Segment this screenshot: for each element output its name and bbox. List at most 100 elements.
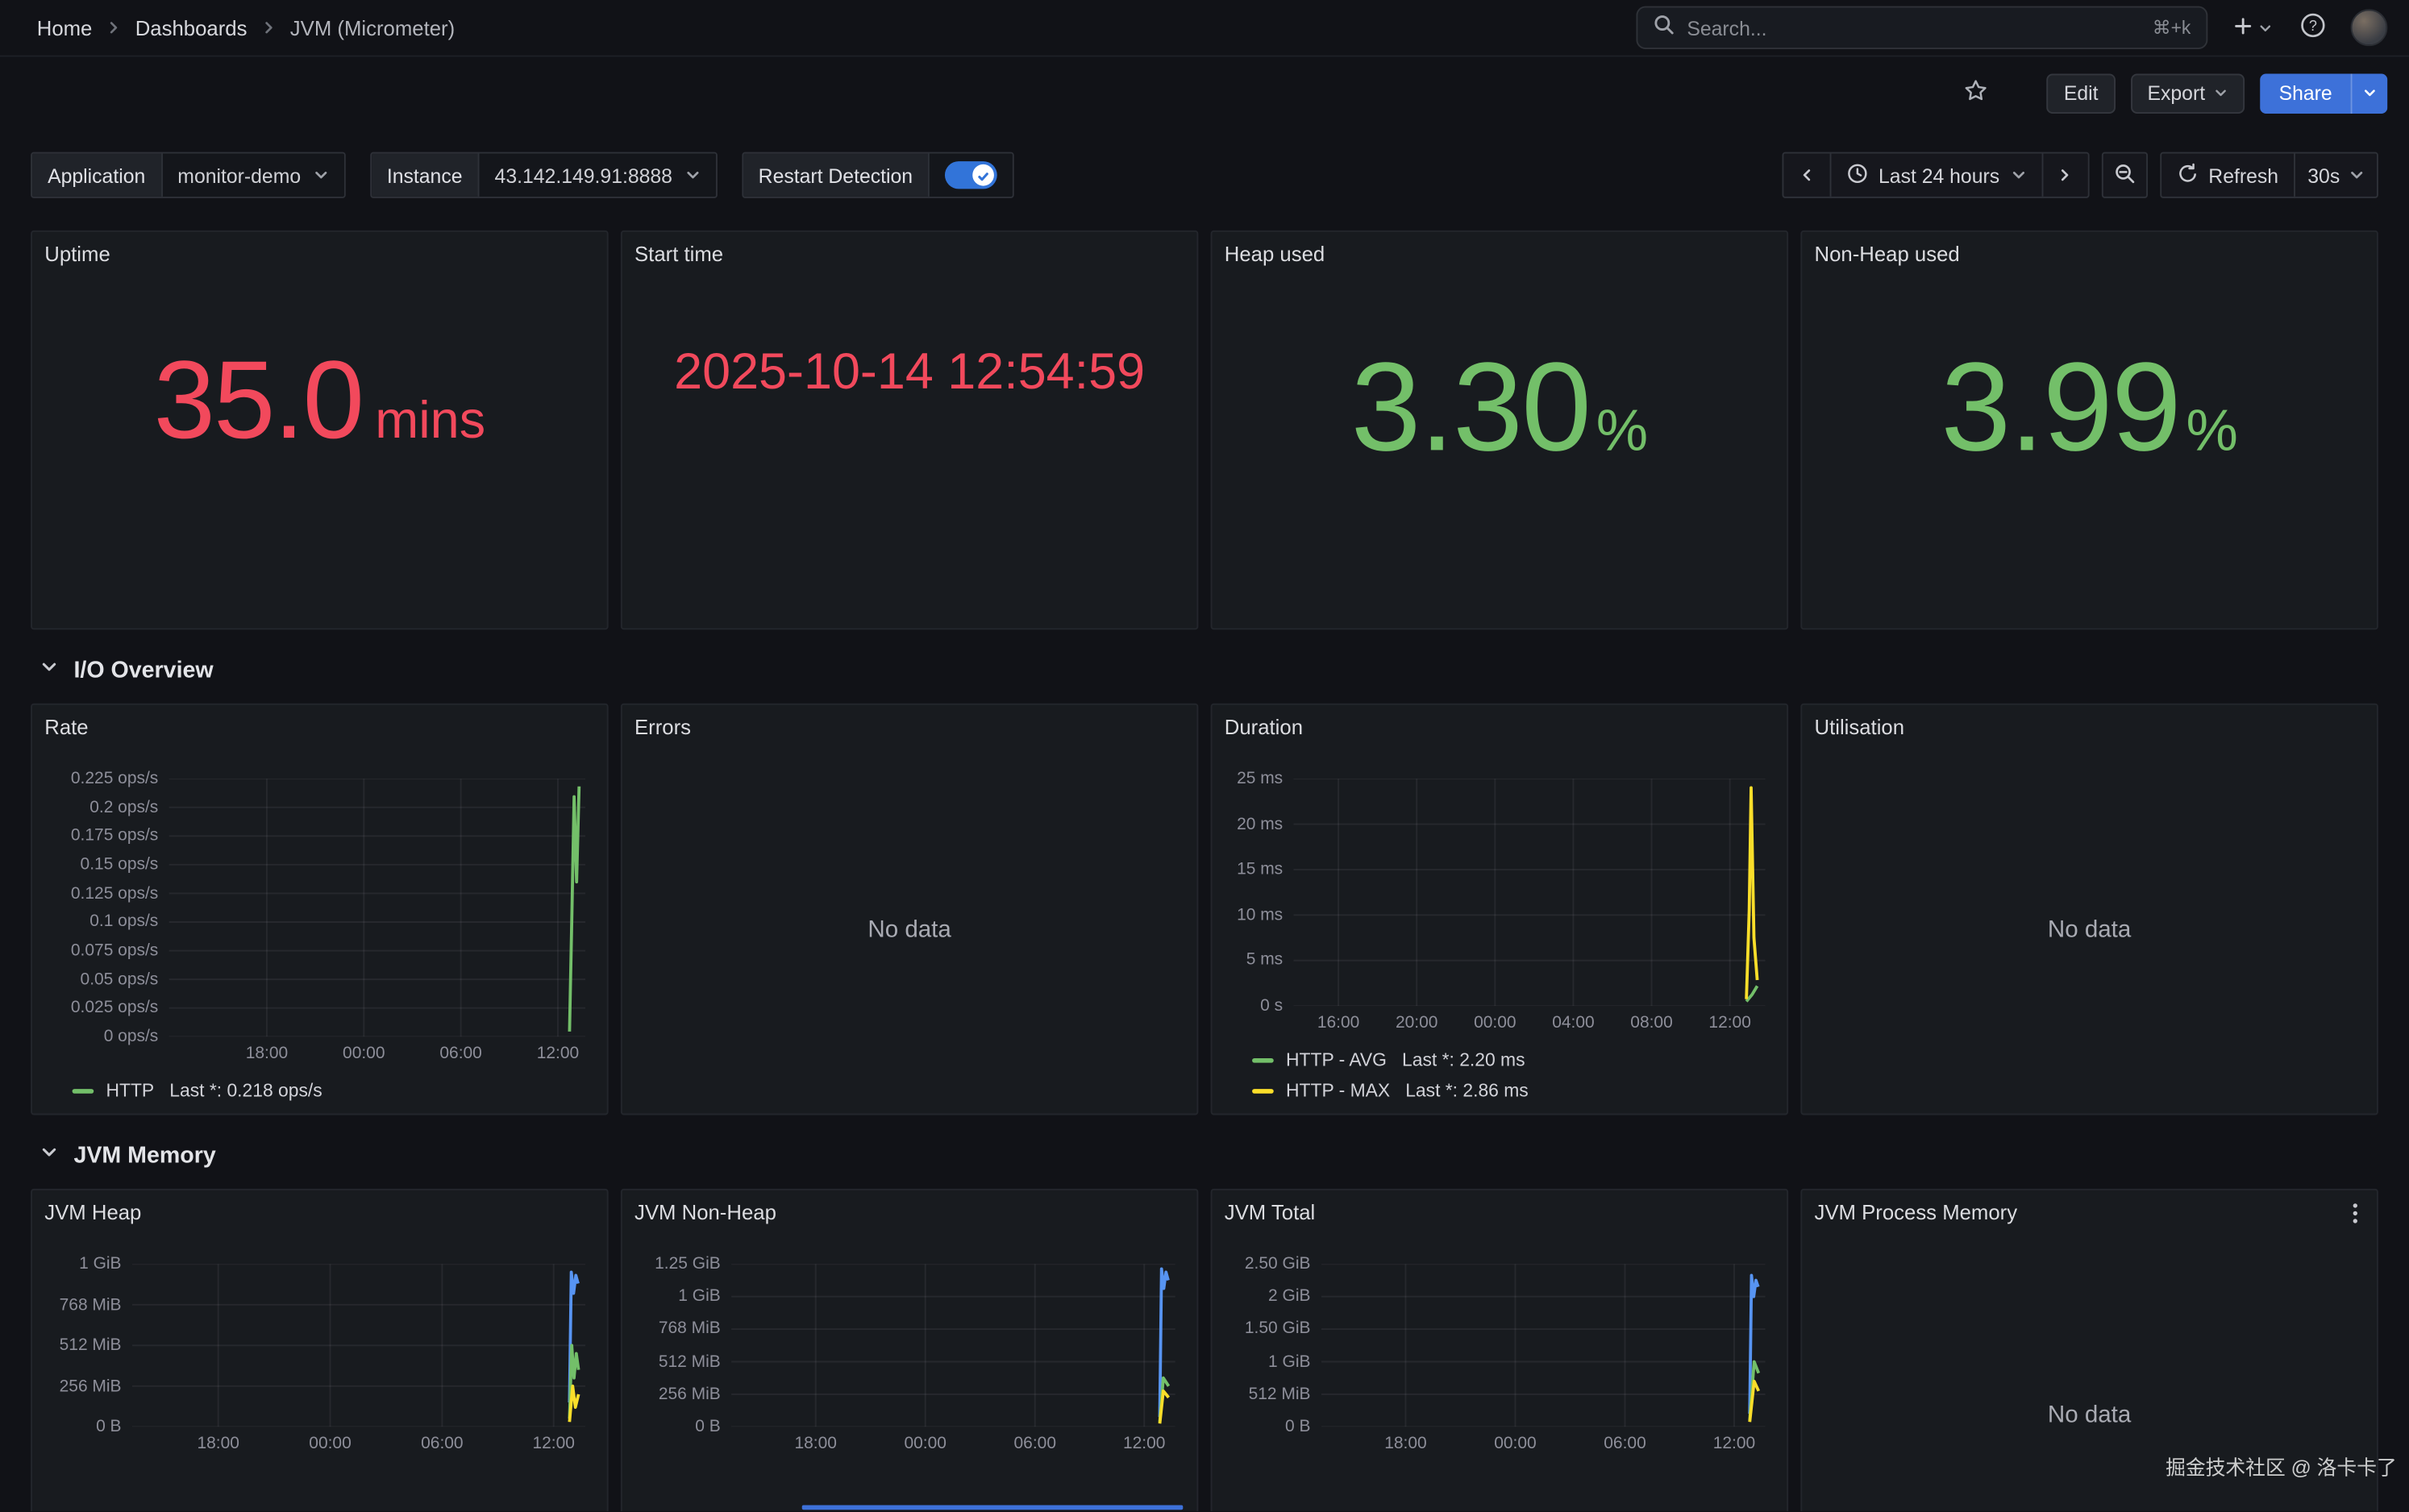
time-range-picker[interactable]: Last 24 hours (1829, 154, 2041, 197)
plot-area[interactable] (731, 1264, 1175, 1427)
panel-header[interactable]: Duration (1213, 705, 1787, 748)
add-menu-button[interactable] (2229, 11, 2275, 44)
y-tick-label: 512 MiB (1249, 1385, 1311, 1403)
panel-errors: Errors No data (621, 704, 1199, 1115)
time-shift-back-button[interactable] (1783, 154, 1829, 197)
y-tick-label: 2 GiB (1268, 1287, 1310, 1306)
memory-row: JVM Heap 1 GiB768 MiB512 MiB256 MiB0 B 1… (0, 1189, 2409, 1511)
share-button-group: Share (2261, 73, 2388, 114)
legend-item[interactable]: HTTP Last *: 0.218 ops/s (73, 1080, 585, 1102)
series-name: HTTP (106, 1080, 154, 1102)
y-axis: 0.225 ops/s0.2 ops/s0.175 ops/s0.15 ops/… (48, 779, 169, 1036)
panel-jvm-non-heap: JVM Non-Heap 1.25 GiB1 GiB768 MiB512 MiB… (621, 1189, 1199, 1511)
share-button[interactable]: Share (2261, 73, 2351, 114)
legend-item[interactable]: HTTP - MAX Last *: 2.86 ms (1252, 1080, 1765, 1102)
panel-header[interactable]: Utilisation (1802, 705, 2377, 748)
star-icon (1964, 78, 1988, 107)
section-title: I/O Overview (73, 657, 213, 683)
user-avatar[interactable] (2351, 9, 2388, 46)
x-tick-label: 06:00 (421, 1435, 463, 1453)
breadcrumb-home[interactable]: Home (37, 16, 93, 39)
jvm-total-chart: 2.50 GiB2 GiB1.50 GiB1 GiB512 MiB0 B 18:… (1213, 1233, 1787, 1511)
plot-area[interactable] (169, 779, 585, 1036)
panel-uptime: Uptime 35.0 mins (31, 231, 609, 629)
panel-header[interactable]: JVM Process Memory (1802, 1190, 2377, 1233)
panel-header[interactable]: Rate (32, 705, 607, 748)
y-axis: 25 ms20 ms15 ms10 ms5 ms0 s (1228, 779, 1294, 1006)
stat-number: 2025-10-14 12:54:59 (674, 346, 1145, 397)
x-tick-label: 18:00 (794, 1435, 836, 1453)
plot-area[interactable] (1294, 779, 1766, 1006)
search-shortcut: ⌘+k (2153, 17, 2191, 39)
restart-detection-control: Restart Detection (742, 152, 1014, 198)
panel-non-heap-used: Non-Heap used 3.99 % (1800, 231, 2378, 629)
section-jvm-memory[interactable]: JVM Memory (0, 1135, 2409, 1175)
zoom-out-icon (2113, 162, 2135, 188)
time-picker-group: Last 24 hours (1782, 152, 2089, 198)
time-shift-forward-button[interactable] (2041, 154, 2087, 197)
stat-unit: % (1596, 402, 1648, 460)
breadcrumb-dashboards[interactable]: Dashboards (135, 16, 248, 39)
panel-header[interactable]: JVM Non-Heap (622, 1190, 1197, 1233)
refresh-interval-select[interactable]: 30s (2294, 154, 2377, 197)
restart-detection-toggle[interactable] (945, 161, 997, 189)
section-io-overview[interactable]: I/O Overview (0, 650, 2409, 690)
y-tick-label: 15 ms (1237, 860, 1283, 879)
jvm-non-heap-chart: 1.25 GiB1 GiB768 MiB512 MiB256 MiB0 B 18… (622, 1233, 1197, 1511)
instance-label: Instance (372, 154, 480, 197)
dashboard-controls: Application monitor-demo Instance 43.142… (0, 151, 2409, 200)
toggle-knob (972, 164, 994, 186)
variable-controls: Application monitor-demo Instance 43.142… (31, 152, 1014, 198)
panel-header[interactable]: JVM Total (1213, 1190, 1787, 1233)
x-tick-label: 12:00 (537, 1045, 579, 1063)
instance-select[interactable]: 43.142.149.91:8888 (479, 154, 715, 197)
edit-button[interactable]: Edit (2047, 73, 2116, 114)
x-tick-label: 12:00 (1713, 1435, 1755, 1453)
refresh-button[interactable]: Refresh (2161, 154, 2294, 197)
x-tick-label: 12:00 (532, 1435, 574, 1453)
panel-header[interactable]: Errors (622, 705, 1197, 748)
plot-area[interactable] (132, 1264, 585, 1427)
panel-title: Start time (634, 242, 723, 265)
no-data-message: No data (1802, 748, 2377, 1114)
x-axis: 18:0000:0006:0012:00 (1321, 1427, 1766, 1457)
search-input[interactable] (1687, 16, 2140, 39)
x-axis: 18:0000:0006:0012:00 (169, 1036, 585, 1067)
rate-chart: 0.225 ops/s0.2 ops/s0.175 ops/s0.15 ops/… (32, 748, 607, 1114)
y-axis: 2.50 GiB2 GiB1.50 GiB1 GiB512 MiB0 B (1228, 1264, 1321, 1427)
panel-title: JVM Process Memory (1815, 1200, 2018, 1223)
panel-header[interactable]: Start time (622, 232, 1197, 275)
chevron-down-icon (40, 1141, 59, 1169)
stat-value: 2025-10-14 12:54:59 (622, 275, 1197, 628)
panel-heap-used: Heap used 3.30 % (1211, 231, 1789, 629)
help-button[interactable]: ? (2297, 9, 2329, 46)
panel-header[interactable]: Heap used (1213, 232, 1787, 275)
y-tick-label: 0.125 ops/s (71, 884, 158, 903)
panel-start-time: Start time 2025-10-14 12:54:59 (621, 231, 1199, 629)
stat-number: 3.99 (1941, 346, 2180, 471)
y-tick-label: 0 B (695, 1418, 720, 1436)
plot-area[interactable] (1321, 1264, 1766, 1427)
zoom-out-time-button[interactable] (2101, 152, 2147, 198)
share-menu-button[interactable] (2351, 73, 2388, 114)
panel-menu-button[interactable] (2346, 1199, 2365, 1232)
y-tick-label: 512 MiB (60, 1336, 122, 1355)
time-controls: Last 24 hours (1782, 152, 2378, 198)
panel-header[interactable]: Uptime (32, 232, 607, 275)
panel-title: Duration (1225, 715, 1303, 738)
x-axis: 18:0000:0006:0012:00 (731, 1427, 1175, 1457)
x-tick-label: 12:00 (1708, 1014, 1750, 1032)
x-tick-label: 20:00 (1396, 1014, 1437, 1032)
legend-item[interactable]: HTTP - AVG Last *: 2.20 ms (1252, 1049, 1765, 1071)
no-data-message: No data (622, 748, 1197, 1114)
export-button[interactable]: Export (2131, 73, 2245, 114)
refresh-icon (2176, 162, 2198, 188)
x-tick-label: 06:00 (1604, 1435, 1646, 1453)
series-marker (73, 1088, 94, 1093)
chevron-left-icon (1799, 164, 1814, 187)
favorite-star-button[interactable] (1964, 78, 1988, 107)
panel-header[interactable]: JVM Heap (32, 1190, 607, 1233)
search-bar[interactable]: ⌘+k (1636, 6, 2207, 49)
application-select[interactable]: monitor-demo (162, 154, 343, 197)
panel-header[interactable]: Non-Heap used (1802, 232, 2377, 275)
